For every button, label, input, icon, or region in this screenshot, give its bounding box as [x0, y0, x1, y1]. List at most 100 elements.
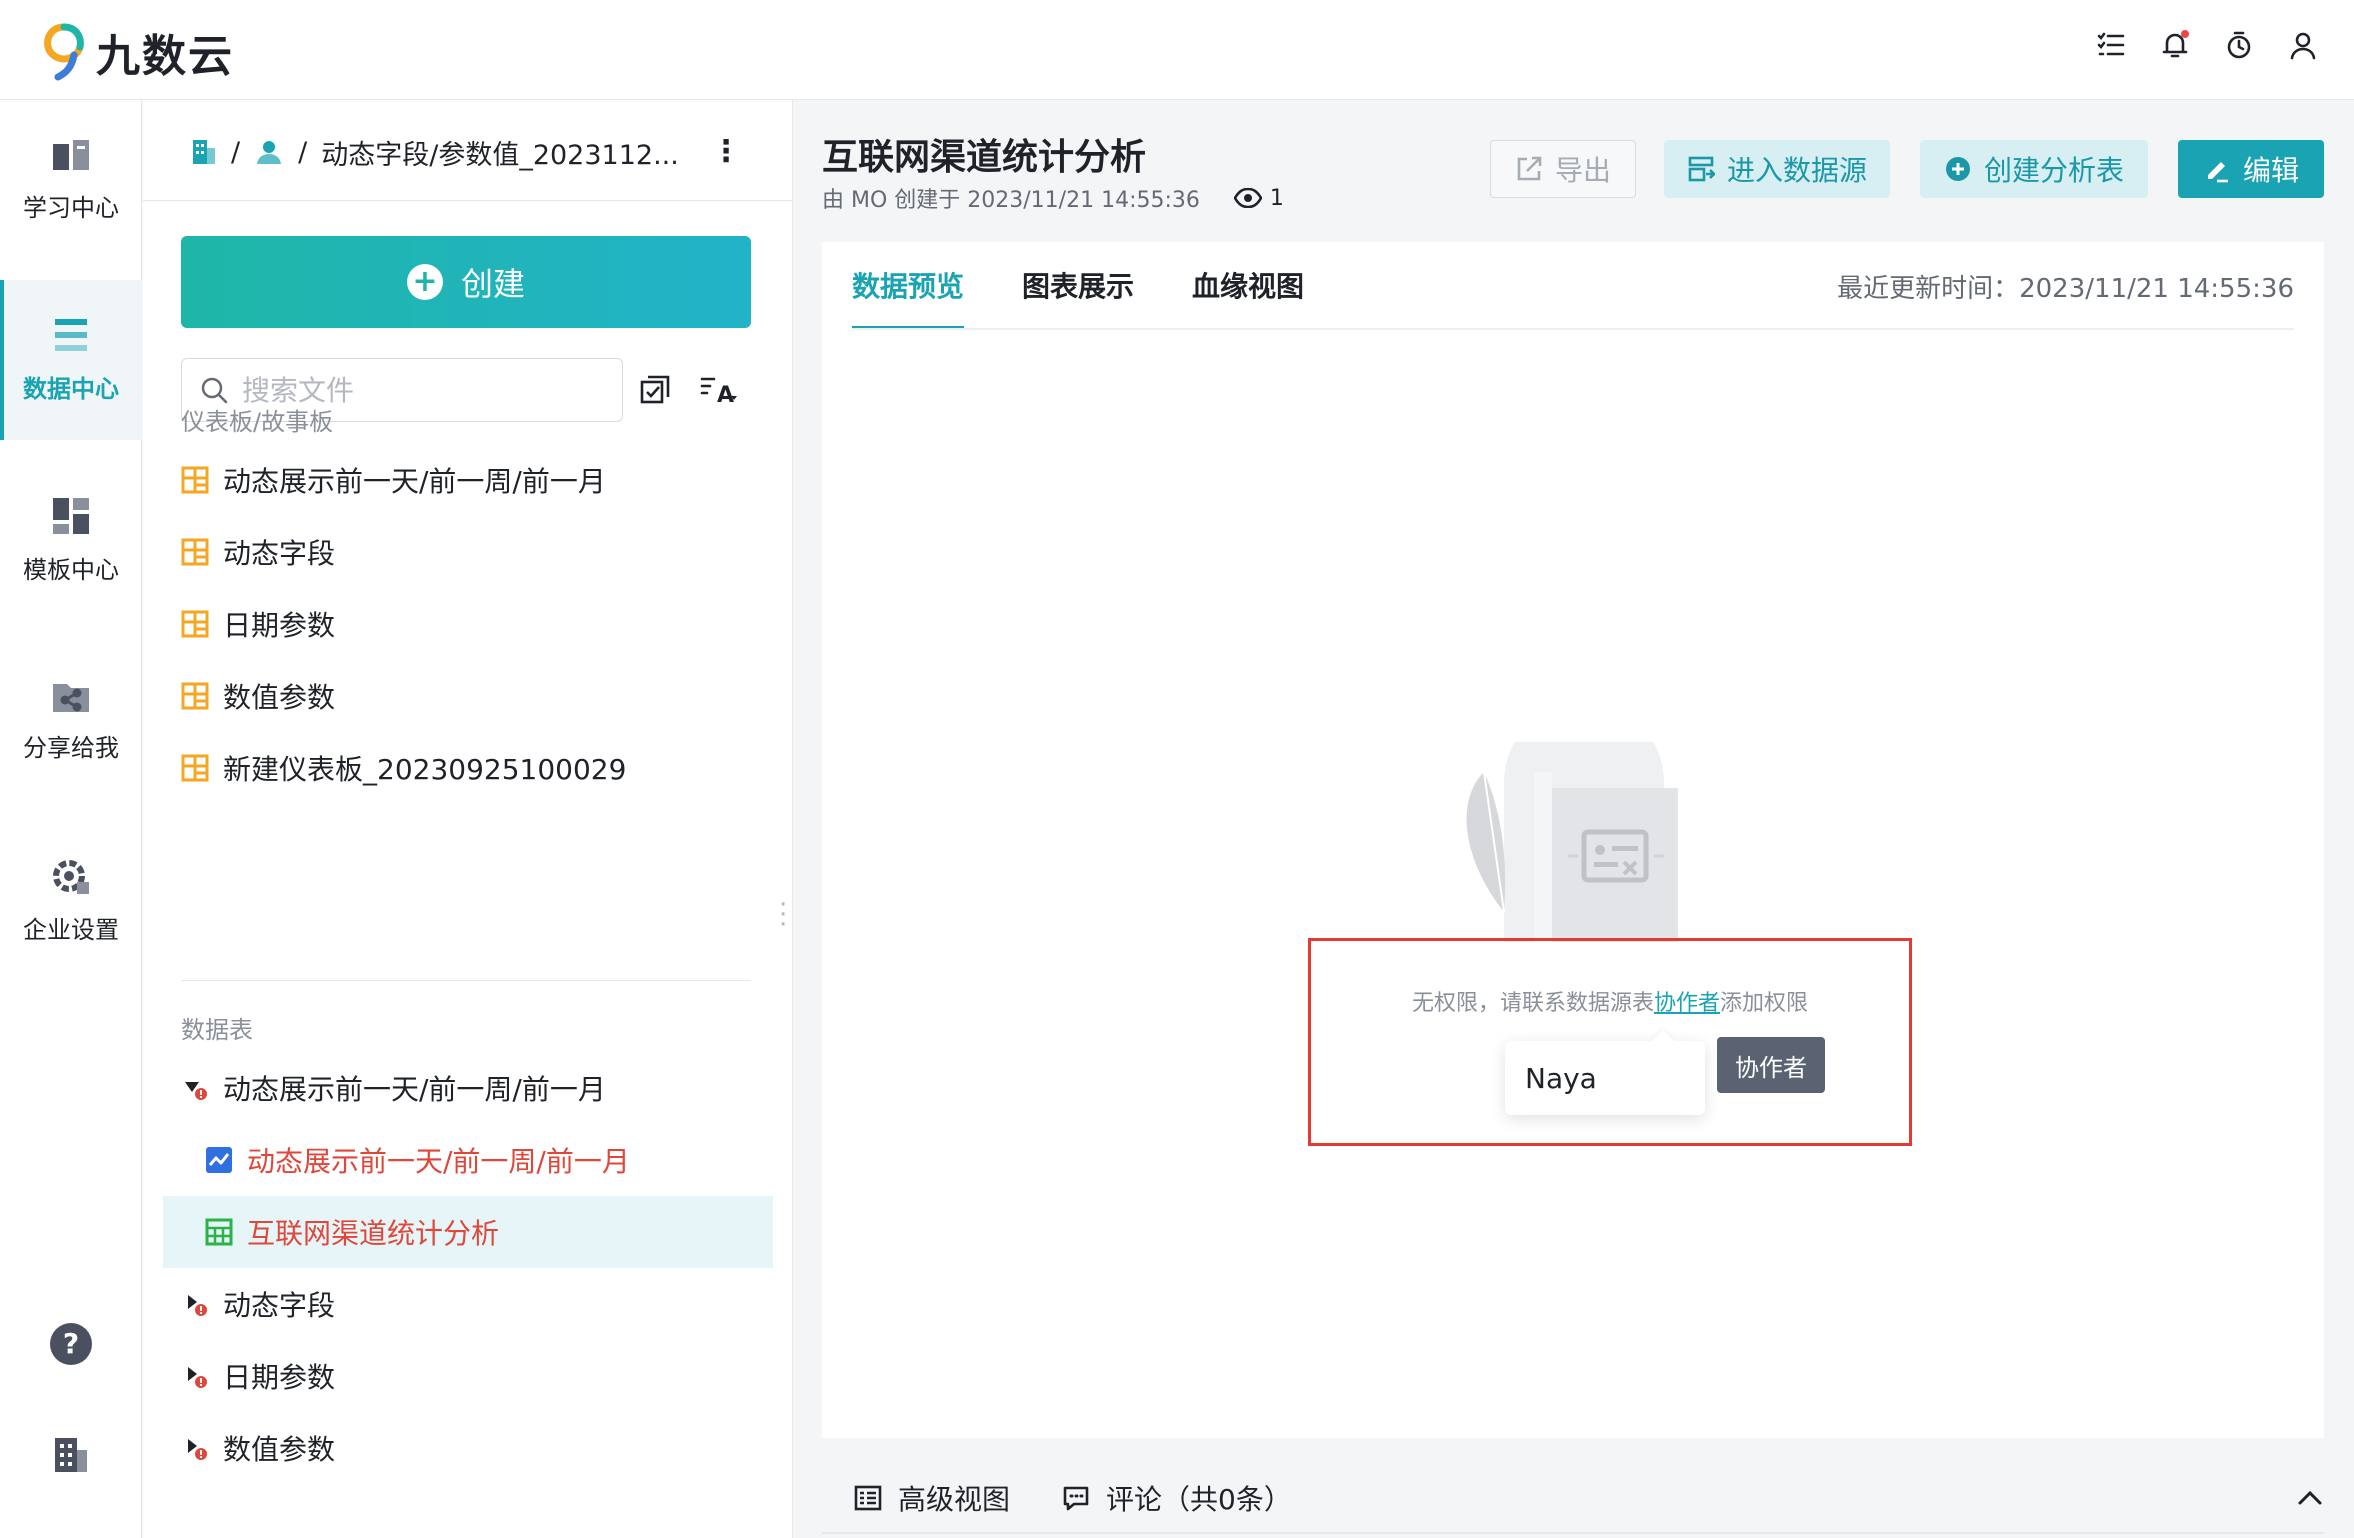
enter-data-source-label: 进入数据源 [1726, 154, 1867, 187]
advanced-view-icon [854, 1485, 882, 1511]
view-count-value: 1 [1269, 185, 1284, 211]
dashboard-item[interactable]: 日期参数 [181, 598, 335, 650]
user-icon[interactable] [2288, 30, 2318, 60]
view-count: 1 [1233, 185, 1284, 211]
collaborator-tooltip: 协作者 [1717, 1037, 1825, 1093]
share-folder-icon [53, 683, 89, 712]
nav-label: 分享给我 [23, 733, 119, 762]
table-child-label: 互联网渠道统计分析 [247, 1217, 500, 1250]
timer-icon[interactable] [2224, 30, 2254, 60]
logo-mark-icon [44, 23, 84, 81]
left-nav: 学习中心 数据中心 模板中心 分享给我 企业设置 ? [0, 100, 142, 1538]
tab-lineage-view[interactable]: 血缘视图 [1192, 242, 1304, 328]
export-icon [1517, 156, 1542, 181]
data-source-icon [1688, 156, 1715, 182]
nav-item-enterprise-settings[interactable]: 企业设置 [0, 820, 142, 980]
sort-icon[interactable]: A [699, 374, 737, 406]
bell-icon[interactable] [2160, 30, 2190, 60]
create-analysis-table-button[interactable]: 创建分析表 [1920, 140, 2148, 198]
data-list-icon [55, 318, 87, 351]
nav-item-data-center[interactable]: 数据中心 [0, 280, 142, 440]
file-panel: / / 动态字段/参数值_2023112... ⋮ + 创建 A 仪表板/故事板… [143, 100, 793, 1538]
template-grid-icon [53, 497, 89, 534]
no-permission-suffix: 添加权限 [1720, 991, 1809, 1016]
breadcrumb-current[interactable]: 动态字段/参数值_2023112... [321, 133, 679, 172]
dashboard-item-label: 数值参数 [223, 681, 336, 714]
no-permission-message: 无权限，请联系数据源表协作者添加权限 [1311, 985, 1909, 1017]
main-content: 互联网渠道统计分析 由 MO 创建于 2023/11/21 14:55:36 1… [794, 100, 2354, 1538]
no-permission-illustration [1466, 742, 1678, 942]
edit-button[interactable]: 编辑 [2178, 140, 2324, 198]
dashboard-item-label: 新建仪表板_20230925100029 [223, 753, 627, 786]
book-icon [53, 139, 89, 170]
dashboard-icon [181, 538, 209, 566]
dashboard-icon [181, 466, 209, 494]
nav-item-shared[interactable]: 分享给我 [0, 640, 142, 800]
table-group-item[interactable]: 日期参数 [181, 1350, 335, 1402]
enter-data-source-button[interactable]: 进入数据源 [1664, 140, 1890, 198]
table-group-label: 动态字段 [223, 1289, 336, 1322]
chevron-up-icon[interactable] [2294, 1482, 2326, 1514]
table-child-item[interactable]: 动态展示前一天/前一周/前一月 [205, 1134, 630, 1186]
edit-button-label: 编辑 [2242, 154, 2299, 187]
dashboard-item[interactable]: 新建仪表板_20230925100029 [181, 742, 626, 794]
nav-label: 学习中心 [23, 193, 119, 222]
logo-text: 九数云 [96, 31, 234, 82]
collaborator-link[interactable]: 协作者 [1654, 991, 1720, 1016]
caret-right-warning-icon [188, 1295, 207, 1316]
list-check-icon[interactable] [2096, 30, 2126, 60]
help-icon[interactable]: ? [0, 1322, 142, 1366]
advanced-view-button[interactable]: 高级视图 [854, 1478, 1010, 1518]
dashboard-item[interactable]: 动态展示前一天/前一周/前一月 [181, 454, 606, 506]
tab-bar: 数据预览 图表展示 血缘视图 [852, 242, 1304, 330]
create-button-label: 创建 [460, 265, 525, 303]
nav-item-learning[interactable]: 学习中心 [0, 100, 142, 260]
dashboard-item-label: 动态展示前一天/前一周/前一月 [223, 465, 606, 498]
building-small-icon[interactable] [191, 138, 217, 166]
dashboard-item[interactable]: 数值参数 [181, 670, 335, 722]
dashboard-item-label: 动态字段 [223, 537, 336, 570]
dashboard-icon [181, 682, 209, 710]
table-group-label: 数值参数 [223, 1433, 336, 1466]
export-button[interactable]: 导出 [1490, 140, 1636, 198]
nav-item-templates[interactable]: 模板中心 [0, 460, 142, 620]
tab-divider [852, 328, 2294, 330]
bottom-divider [822, 1532, 2324, 1534]
resize-handle[interactable]: · · · [779, 892, 787, 938]
tab-chart-display[interactable]: 图表展示 [1022, 242, 1134, 328]
logo[interactable]: 九数云 [44, 22, 234, 82]
plus-circle-icon [1945, 157, 1970, 181]
table-group-item[interactable]: 动态字段 [181, 1278, 335, 1330]
table-group-item[interactable]: 动态展示前一天/前一周/前一月 [181, 1062, 606, 1114]
created-info: 由 MO 创建于 2023/11/21 14:55:36 [822, 188, 1200, 213]
comments-button[interactable]: 评论（共0条） [1062, 1478, 1292, 1518]
section-label-tables: 数据表 [181, 1016, 253, 1044]
nav-label: 模板中心 [23, 555, 119, 584]
eye-icon [1233, 188, 1262, 208]
last-updated: 最近更新时间：2023/11/21 14:55:36 [1837, 274, 2294, 304]
nav-label: 企业设置 [23, 915, 119, 944]
edit-icon [2207, 162, 2228, 183]
caret-right-warning-icon [188, 1367, 207, 1388]
dashboard-item[interactable]: 动态字段 [181, 526, 335, 578]
nav-label: 数据中心 [23, 374, 119, 403]
top-bar: 九数云 [0, 0, 2354, 100]
table-group-item[interactable]: 数值参数 [181, 1422, 335, 1474]
building-icon[interactable] [0, 1434, 142, 1474]
multi-select-icon[interactable] [639, 374, 671, 406]
collaborator-name[interactable]: Naya [1525, 1062, 1597, 1095]
bottom-bar: 高级视图 评论（共0条） [822, 1468, 2324, 1528]
create-button[interactable]: + 创建 [181, 236, 751, 328]
divider [143, 200, 793, 201]
comment-icon [1063, 1486, 1089, 1511]
content-card: 数据预览 图表展示 血缘视图 最近更新时间：2023/11/21 14:55:3… [822, 242, 2324, 1438]
chart-line-icon [206, 1147, 232, 1173]
highlight-box: 无权限，请联系数据源表协作者添加权限 Naya 协作者 [1308, 938, 1912, 1146]
table-child-item-selected[interactable]: 互联网渠道统计分析 [163, 1196, 773, 1268]
more-options-icon[interactable]: ⋮ [711, 134, 741, 169]
tab-data-preview[interactable]: 数据预览 [852, 242, 965, 330]
table-icon [205, 1218, 233, 1246]
breadcrumb: / / 动态字段/参数值_2023112... ⋮ [191, 132, 741, 172]
no-permission-text: 无权限，请联系数据源表 [1411, 991, 1654, 1016]
user-folder-icon[interactable] [254, 138, 284, 166]
